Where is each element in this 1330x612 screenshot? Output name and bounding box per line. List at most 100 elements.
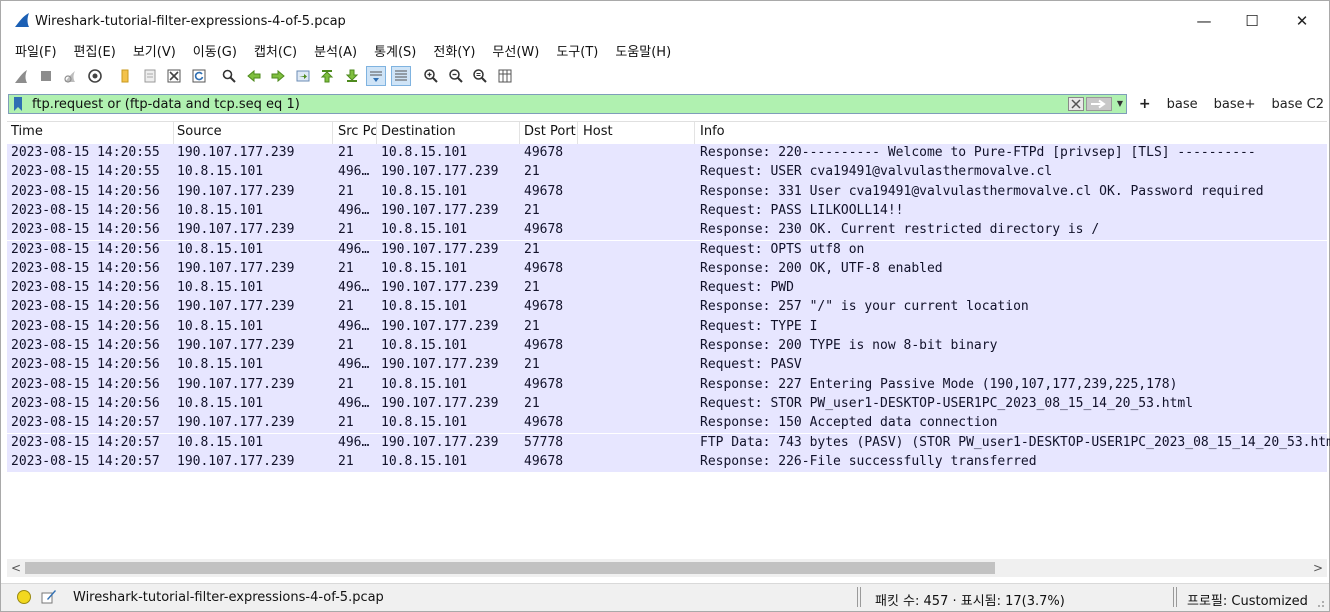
cell-time: 2023-08-15 14:20:56: [11, 376, 160, 392]
open-file-button[interactable]: [115, 66, 135, 86]
cell-src-port: 21: [338, 453, 354, 469]
column-header-host[interactable]: Host: [579, 122, 695, 144]
status-profile[interactable]: 프로필: Customized: [1187, 590, 1308, 609]
go-to-packet-button[interactable]: [293, 66, 313, 86]
packet-row[interactable]: 2023-08-15 14:20:55 10.8.15.101 496… 190.10…: [7, 163, 1327, 183]
resize-columns-button[interactable]: [495, 66, 515, 86]
zoom-in-button[interactable]: [421, 66, 441, 86]
bookmark-icon: [14, 97, 22, 111]
filter-button-base-c2[interactable]: base C2: [1272, 97, 1324, 112]
cell-source: 10.8.15.101: [177, 357, 264, 373]
cell-dst-port: 57778: [524, 434, 564, 450]
menu-help[interactable]: 도움말(H): [609, 41, 677, 60]
cell-host: [579, 434, 695, 453]
add-filter-button[interactable]: +: [1139, 96, 1151, 112]
column-header-info[interactable]: Info: [696, 122, 1330, 144]
packet-row[interactable]: 2023-08-15 14:20:56 10.8.15.101 496… 190.10…: [7, 240, 1327, 260]
packet-row[interactable]: 2023-08-15 14:20:56 10.8.15.101 496… 190.10…: [7, 201, 1327, 222]
cell-info: Response: 200 TYPE is now 8-bit binary: [700, 338, 998, 353]
horizontal-scrollbar[interactable]: < >: [7, 559, 1327, 577]
cell-dst-port: 49678: [524, 260, 564, 276]
column-header-dst-port[interactable]: Dst Port: [520, 122, 578, 144]
clear-filter-icon[interactable]: [1067, 97, 1084, 111]
go-forward-button[interactable]: [268, 66, 288, 86]
packet-row[interactable]: 2023-08-15 14:20:56 10.8.15.101 496… 190.10…: [7, 356, 1327, 376]
filter-button-base-plus[interactable]: base+: [1214, 97, 1256, 112]
cell-src-port: 496…: [338, 395, 370, 411]
go-last-button[interactable]: [342, 66, 362, 86]
display-filter-bar: ftp.request or (ftp-data and tcp.seq eq …: [8, 93, 1324, 115]
restart-capture-button[interactable]: [60, 66, 80, 86]
packet-row[interactable]: 2023-08-15 14:20:56 190.107.177.239 21 10.8…: [7, 337, 1327, 357]
zoom-out-button[interactable]: [446, 66, 466, 86]
filter-expression-text: ftp.request or (ftp-data and tcp.seq eq …: [32, 96, 300, 112]
packet-row[interactable]: 2023-08-15 14:20:56 190.107.177.239 21 10.8…: [7, 298, 1327, 318]
menu-statistics[interactable]: 통계(S): [368, 41, 422, 60]
packet-row[interactable]: 2023-08-15 14:20:56 10.8.15.101 496… 190.10…: [7, 394, 1327, 415]
menu-tools[interactable]: 도구(T): [550, 41, 604, 60]
start-capture-button[interactable]: [11, 66, 31, 86]
minimize-button[interactable]: —: [1181, 8, 1227, 34]
edit-comment-icon[interactable]: [41, 588, 57, 604]
scroll-right-icon[interactable]: >: [1311, 560, 1325, 576]
packet-row[interactable]: 2023-08-15 14:20:56 10.8.15.101 496… 190.10…: [7, 279, 1327, 299]
close-button[interactable]: ✕: [1279, 8, 1325, 34]
resize-grip-icon[interactable]: [1315, 598, 1325, 608]
menu-go[interactable]: 이동(G): [187, 41, 243, 60]
zoom-in-icon: [424, 69, 438, 83]
save-file-button[interactable]: [140, 66, 160, 86]
cell-dst-port: 49678: [524, 415, 564, 431]
menu-view[interactable]: 보기(V): [127, 41, 182, 60]
column-header-time[interactable]: Time: [7, 122, 174, 144]
apply-filter-icon[interactable]: [1085, 97, 1112, 111]
cell-host: [579, 453, 695, 472]
stop-capture-button[interactable]: [36, 66, 56, 86]
go-back-button[interactable]: [244, 66, 264, 86]
reload-file-button[interactable]: [189, 66, 209, 86]
filter-button-base[interactable]: base: [1167, 97, 1198, 112]
scroll-left-icon[interactable]: <: [9, 560, 23, 576]
ready-indicator-icon[interactable]: [17, 590, 31, 604]
cell-dst-port: 21: [524, 241, 540, 257]
autoscroll-button[interactable]: [366, 66, 386, 86]
zoom-normal-button[interactable]: [470, 66, 490, 86]
packet-row[interactable]: 2023-08-15 14:20:56 190.107.177.239 21 10.8…: [7, 259, 1327, 280]
scrollbar-thumb[interactable]: [25, 562, 995, 574]
find-packet-button[interactable]: [219, 66, 239, 86]
menu-edit[interactable]: 편집(E): [68, 41, 122, 60]
cell-time: 2023-08-15 14:20:56: [11, 222, 160, 238]
packet-row[interactable]: 2023-08-15 14:20:56 190.107.177.239 21 10.8…: [7, 182, 1327, 202]
restart-capture-icon: [64, 71, 75, 83]
column-header-src-port[interactable]: Src Pc: [334, 122, 377, 144]
capture-options-button[interactable]: [85, 66, 105, 86]
colorize-button[interactable]: [390, 66, 411, 86]
capture-options-icon: [87, 69, 102, 83]
cell-info: Request: PASS LILKOOLL14!!: [700, 202, 904, 218]
menu-file[interactable]: 파일(F): [9, 41, 63, 60]
column-header-source[interactable]: Source: [173, 122, 333, 144]
packet-row[interactable]: 2023-08-15 14:20:56 190.107.177.239 21 10.8…: [7, 375, 1327, 395]
cell-host: [579, 260, 695, 279]
cell-src-port: 21: [338, 299, 354, 315]
filter-bookmark-button[interactable]: [11, 95, 25, 113]
packet-row[interactable]: 2023-08-15 14:20:57 190.107.177.239 21 10.8…: [7, 452, 1327, 473]
cell-info: Request: OPTS utf8 on: [700, 241, 865, 257]
close-file-button[interactable]: [164, 66, 184, 86]
packet-row[interactable]: 2023-08-15 14:20:56 10.8.15.101 496… 190.10…: [7, 317, 1327, 337]
packet-row[interactable]: 2023-08-15 14:20:56 190.107.177.239 21 10.8…: [7, 221, 1327, 241]
menu-wireless[interactable]: 무선(W): [486, 41, 545, 60]
filter-history-dropdown-icon[interactable]: ▼: [1115, 99, 1125, 109]
menu-capture[interactable]: 캡처(C): [248, 41, 303, 60]
display-filter-input[interactable]: ftp.request or (ftp-data and tcp.seq eq …: [8, 94, 1127, 114]
packet-row[interactable]: 2023-08-15 14:20:55 190.107.177.239 21 10.8…: [7, 144, 1327, 164]
packet-row[interactable]: 2023-08-15 14:20:57 190.107.177.239 21 10.8…: [7, 414, 1327, 434]
cell-host: [579, 279, 695, 298]
column-header-destination[interactable]: Destination: [377, 122, 520, 144]
cell-time: 2023-08-15 14:20:56: [11, 299, 160, 315]
menu-telephony[interactable]: 전화(Y): [427, 41, 481, 60]
go-first-button[interactable]: [317, 66, 337, 86]
menu-analyze[interactable]: 분석(A): [308, 41, 363, 60]
packet-list: Time Source Src Pc Destination Dst Port …: [7, 121, 1330, 577]
packet-row[interactable]: 2023-08-15 14:20:57 10.8.15.101 496… 190.10…: [7, 433, 1330, 453]
maximize-button[interactable]: ☐: [1229, 8, 1275, 34]
